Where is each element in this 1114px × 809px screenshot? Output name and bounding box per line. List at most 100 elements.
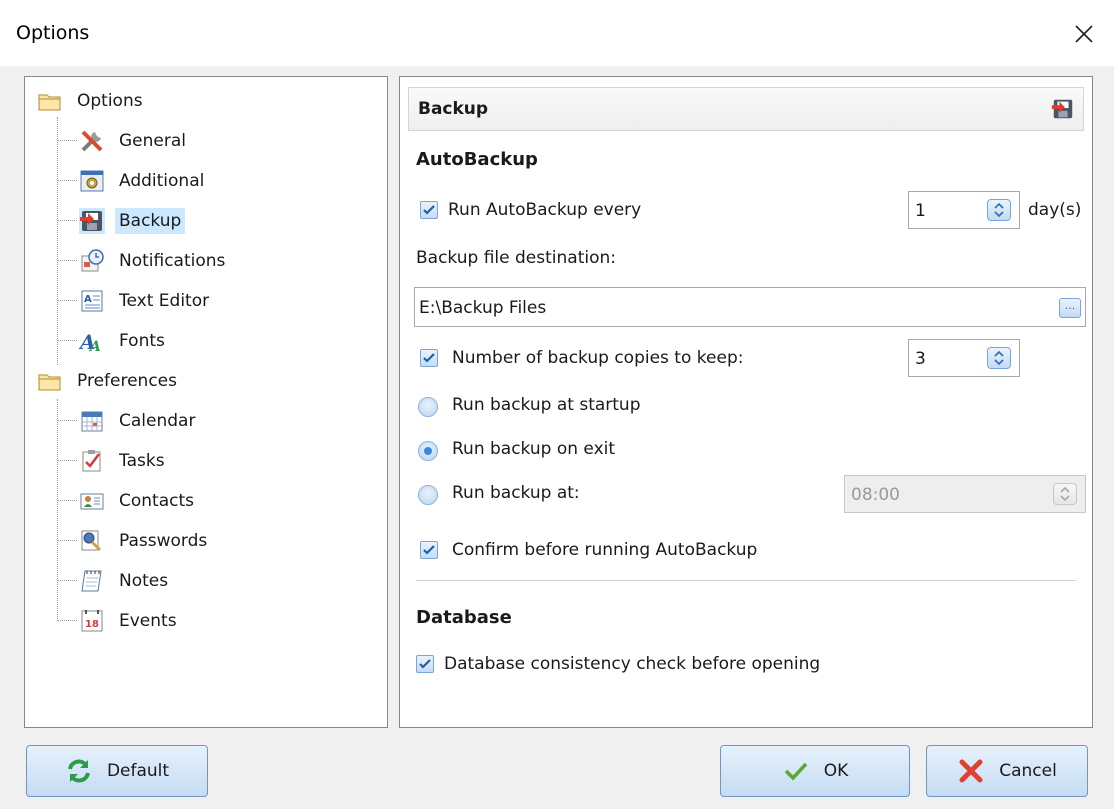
folder-icon	[38, 374, 61, 391]
tree-item-label: Calendar	[119, 411, 196, 431]
folder-icon	[38, 94, 61, 111]
browse-button[interactable]: ...	[1059, 298, 1081, 318]
tree-item-general[interactable]: General	[79, 124, 190, 158]
backup-icon	[1051, 99, 1073, 119]
run-autobackup-checkbox[interactable]	[420, 201, 438, 219]
default-button[interactable]: Default	[26, 745, 208, 797]
notes-icon	[81, 570, 102, 592]
title-bar: Options	[0, 0, 1114, 66]
autobackup-heading: AutoBackup	[416, 149, 538, 170]
default-button-label: Default	[106, 761, 170, 781]
tree-item-label: Tasks	[119, 451, 165, 471]
tree-item-notes[interactable]: Notes	[79, 564, 172, 598]
tasks-icon	[82, 450, 101, 472]
cancel-button[interactable]: Cancel	[926, 745, 1088, 797]
tree-item-additional[interactable]: Additional	[79, 164, 208, 198]
calendar-icon	[81, 411, 103, 432]
run-at-time-radio[interactable]	[418, 485, 438, 505]
tree-item-calendar[interactable]: Calendar	[79, 404, 199, 438]
tree-group-options[interactable]: Options	[37, 84, 147, 118]
tree-item-notifications[interactable]: Notifications	[79, 244, 229, 278]
events-icon: 18	[81, 610, 103, 632]
tree-item-tasks[interactable]: Tasks	[79, 444, 169, 478]
spinner-updown-button[interactable]	[987, 199, 1011, 221]
run-on-exit-label: Run backup on exit	[452, 439, 616, 459]
run-at-time-label: Run backup at:	[452, 483, 580, 503]
spinner-updown-button[interactable]	[987, 347, 1011, 369]
backup-time-spinner[interactable]: 08:00	[844, 475, 1086, 513]
fonts-icon: A A	[79, 330, 101, 354]
tree-item-events[interactable]: 18 Events	[79, 604, 181, 638]
up-down-arrows-icon	[994, 202, 1004, 218]
tree-item-label: Contacts	[119, 491, 194, 511]
up-down-arrows-icon	[994, 350, 1004, 366]
confirm-autobackup-label: Confirm before running AutoBackup	[452, 540, 758, 560]
tree-group-label: Options	[77, 91, 143, 111]
spinner-value: 3	[915, 349, 926, 369]
run-at-startup-label: Run backup at startup	[452, 395, 641, 415]
tree-item-passwords[interactable]: Passwords	[79, 524, 211, 558]
destination-label: Backup file destination:	[416, 248, 616, 268]
tree-item-fonts[interactable]: A A Fonts	[79, 324, 169, 358]
tree-item-label: Backup	[115, 208, 186, 234]
section-header: Backup	[408, 87, 1084, 131]
tree-group-preferences[interactable]: Preferences	[37, 364, 181, 398]
svg-text:A: A	[88, 339, 101, 354]
tree-item-label: Passwords	[119, 531, 208, 551]
tree-connector	[57, 399, 58, 621]
database-check-checkbox[interactable]	[416, 655, 434, 673]
run-on-exit-radio[interactable]	[418, 441, 438, 461]
backup-copies-checkbox[interactable]	[420, 349, 438, 367]
destination-field[interactable]: E:\Backup Files ...	[414, 287, 1086, 327]
settings-window-icon	[80, 170, 104, 192]
destination-value: E:\Backup Files	[419, 298, 547, 318]
backup-icon	[79, 208, 105, 234]
cancel-button-label: Cancel	[999, 761, 1057, 781]
close-button[interactable]	[1054, 10, 1114, 58]
tree-item-label: Text Editor	[119, 291, 210, 311]
up-down-arrows-icon	[1060, 486, 1070, 502]
svg-text:A: A	[84, 294, 92, 305]
tree-item-text-editor[interactable]: A Text Editor	[79, 284, 213, 318]
autobackup-interval-spinner[interactable]: 1	[908, 191, 1020, 229]
backup-copies-spinner[interactable]: 3	[908, 339, 1020, 377]
options-tree: Options General Additional Backup Notifi…	[24, 76, 388, 728]
checkmark-icon	[423, 545, 435, 555]
ok-button[interactable]: OK	[720, 745, 910, 797]
tree-group-label: Preferences	[77, 371, 177, 391]
tree-item-label: General	[119, 131, 186, 151]
tree-connector	[57, 117, 58, 365]
tree-item-label: Events	[119, 611, 177, 631]
contacts-icon	[80, 493, 104, 510]
tree-item-label: Additional	[119, 171, 205, 191]
backup-settings-panel: Backup AutoBackup Run AutoBackup every 1…	[399, 76, 1093, 728]
tree-item-label: Notifications	[119, 251, 226, 271]
tree-item-backup[interactable]: Backup	[79, 204, 186, 238]
close-icon	[1075, 25, 1093, 43]
notification-clock-icon	[81, 249, 104, 272]
database-heading: Database	[416, 607, 512, 628]
checkmark-icon	[423, 205, 435, 215]
run-autobackup-label: Run AutoBackup every	[448, 200, 642, 220]
refresh-icon	[67, 759, 90, 783]
database-check-label: Database consistency check before openin…	[444, 654, 821, 674]
run-at-startup-radio[interactable]	[418, 397, 438, 417]
tree-item-contacts[interactable]: Contacts	[79, 484, 198, 518]
tools-icon	[81, 130, 103, 152]
section-divider	[416, 580, 1076, 581]
spinner-updown-button[interactable]	[1053, 483, 1077, 505]
ok-button-label: OK	[823, 761, 849, 781]
confirm-autobackup-checkbox[interactable]	[420, 541, 438, 559]
checkmark-icon	[423, 353, 435, 363]
section-title: Backup	[418, 99, 489, 119]
backup-copies-label: Number of backup copies to keep:	[452, 348, 744, 368]
tree-item-label: Notes	[119, 571, 169, 591]
checkmark-icon	[784, 762, 808, 781]
spinner-value: 08:00	[851, 485, 900, 505]
cancel-x-icon	[959, 759, 983, 783]
tree-item-label: Fonts	[119, 331, 165, 351]
checkmark-icon	[419, 659, 431, 669]
svg-text:18: 18	[85, 619, 99, 630]
text-editor-icon: A	[81, 290, 103, 312]
spinner-value: 1	[915, 201, 926, 221]
